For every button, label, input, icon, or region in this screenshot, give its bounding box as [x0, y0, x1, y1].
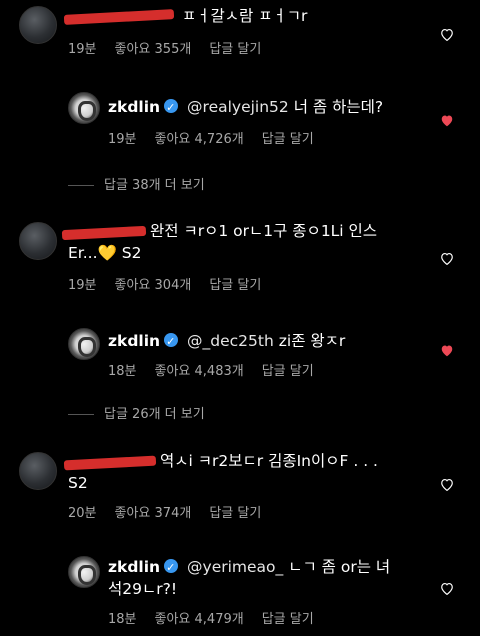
comment-likes[interactable]: 좋아요 355개 — [115, 42, 192, 57]
reply-likes[interactable]: 좋아요 4,726개 — [155, 132, 244, 147]
view-more-label[interactable]: 답글 38개 더 보기 — [104, 178, 205, 193]
verified-badge-icon — [164, 557, 179, 579]
reply-meta: 18분 좋아요 4,479개 답글 달기 — [108, 608, 332, 627]
reply-avatar[interactable] — [68, 328, 100, 360]
comment-meta: 19분 좋아요 304개 답글 달기 — [68, 274, 279, 293]
heart-icon[interactable] — [440, 28, 454, 41]
heart-icon[interactable] — [440, 114, 454, 127]
yellow-heart-emoji: 💛 — [97, 244, 117, 262]
reply-button[interactable]: 답글 달기 — [209, 506, 261, 521]
reply-text-line2: 석29ㄴr?! — [108, 580, 178, 598]
view-more-label[interactable]: 답글 26개 더 보기 — [104, 407, 205, 422]
comment-text-tail: S2 — [121, 244, 142, 262]
reply-time: 19분 — [108, 132, 137, 147]
reply-body: ㄴㄱ 좀 or는 녀 — [288, 558, 391, 576]
heart-icon[interactable] — [440, 478, 454, 491]
reply-username[interactable]: zkdlin — [108, 558, 160, 576]
reply-mention[interactable]: @realyejin52 — [187, 98, 289, 116]
verified-badge-icon — [164, 97, 179, 119]
reply-avatar[interactable] — [68, 556, 100, 588]
reply-meta: 18분 좋아요 4,483개 답글 달기 — [108, 360, 332, 379]
reply-body: zi존 왕ㅈr — [278, 332, 346, 350]
comment-time: 19분 — [68, 42, 97, 57]
redacted-username — [63, 455, 157, 471]
comment-text-line2: Er...💛 S2 — [68, 242, 141, 264]
heart-icon[interactable] — [440, 582, 454, 595]
reply-time: 18분 — [108, 364, 137, 379]
comment-likes[interactable]: 좋아요 374개 — [115, 506, 192, 521]
reply-button[interactable]: 답글 달기 — [209, 42, 261, 57]
reply-meta: 19분 좋아요 4,726개 답글 달기 — [108, 128, 332, 147]
commenter-avatar[interactable] — [19, 6, 57, 44]
view-more-replies[interactable]: 답글 26개 더 보기 — [68, 403, 205, 422]
reply-time: 18분 — [108, 612, 137, 627]
heart-icon[interactable] — [440, 344, 454, 357]
comment-text-part: Er... — [68, 244, 98, 262]
reply-likes[interactable]: 좋아요 4,479개 — [155, 612, 244, 627]
reply-text-line1: zkdlin @yerimeao_ ㄴㄱ 좀 or는 녀 — [108, 556, 391, 579]
reply-button[interactable]: 답글 달기 — [262, 364, 314, 379]
reply-username[interactable]: zkdlin — [108, 332, 160, 350]
divider — [68, 185, 94, 186]
heart-icon[interactable] — [440, 252, 454, 265]
comment-text: ㅍㅓ갈ㅅ람 ㅍㅓㄱr — [182, 7, 308, 25]
commenter-avatar[interactable] — [19, 222, 57, 260]
reply-mention[interactable]: @yerimeao_ — [187, 558, 283, 576]
reply-button[interactable]: 답글 달기 — [262, 132, 314, 147]
reply-likes[interactable]: 좋아요 4,483개 — [155, 364, 244, 379]
comment-meta: 19분 좋아요 355개 답글 달기 — [68, 38, 279, 57]
divider — [68, 414, 94, 415]
commenter-avatar[interactable] — [19, 452, 57, 490]
comment-text-line1: 완전 ㅋrㅇ1 orㄴ1구 종ㅇ1Li 인스 — [150, 222, 378, 240]
reply-button[interactable]: 답글 달기 — [262, 612, 314, 627]
reply-username[interactable]: zkdlin — [108, 98, 160, 116]
view-more-replies[interactable]: 답글 38개 더 보기 — [68, 174, 205, 193]
comment-meta: 20분 좋아요 374개 답글 달기 — [68, 502, 279, 521]
reply-mention[interactable]: @_dec25th — [187, 332, 274, 350]
comment-text-line2: S2 — [68, 474, 88, 492]
comment-text-line1: 역ㅅi ㅋr2보ㄷr 김종In이ㅇF . . . — [160, 452, 378, 470]
reply-body: 너 좀 하는데? — [293, 98, 384, 116]
comment-likes[interactable]: 좋아요 304개 — [115, 278, 192, 293]
comment-time: 20분 — [68, 506, 97, 521]
reply-text: zkdlin @realyejin52 너 좀 하는데? — [108, 96, 384, 119]
verified-badge-icon — [164, 331, 179, 353]
reply-button[interactable]: 답글 달기 — [209, 278, 261, 293]
reply-text: zkdlin @_dec25th zi존 왕ㅈr — [108, 330, 346, 353]
redacted-username — [61, 225, 147, 241]
redacted-username — [63, 9, 175, 25]
comment-time: 19분 — [68, 278, 97, 293]
reply-avatar[interactable] — [68, 92, 100, 124]
